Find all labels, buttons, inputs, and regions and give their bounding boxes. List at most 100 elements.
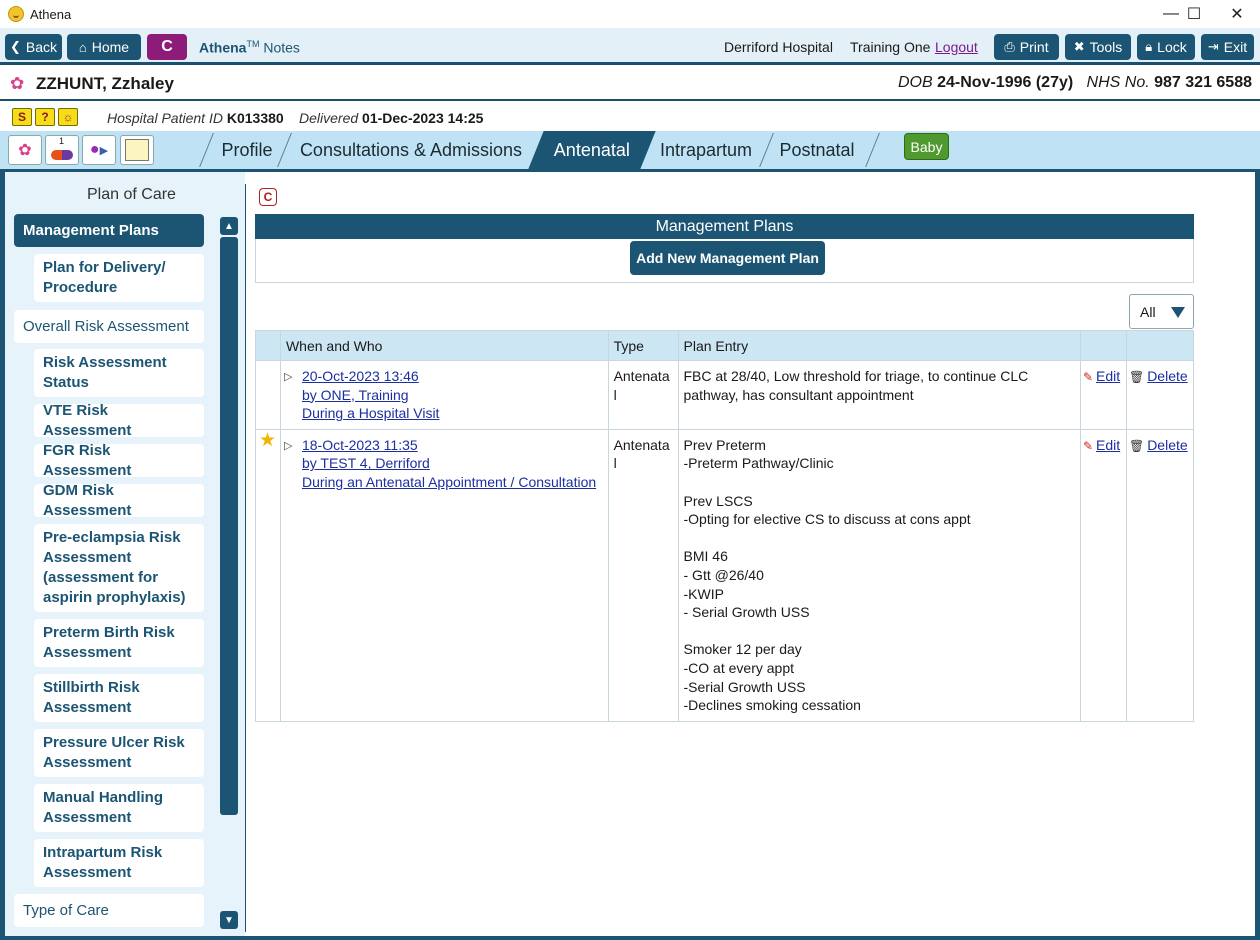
- plan-author-link[interactable]: by ONE, Training: [302, 386, 603, 405]
- alert-icons: S ? ☼: [12, 108, 78, 126]
- edit-link[interactable]: Edit: [1096, 368, 1120, 384]
- back-button[interactable]: ❮ Back: [5, 34, 62, 60]
- patient-name: ZZHUNT, Zzhaley: [36, 74, 174, 93]
- column-header-plan-entry: Plan Entry: [677, 330, 1081, 361]
- plan-entry-cell: Prev Preterm -Preterm Pathway/Clinic Pre…: [677, 428, 1081, 722]
- c-badge-icon[interactable]: C: [259, 188, 277, 206]
- question-alert-icon[interactable]: ?: [35, 108, 55, 126]
- patient-identifiers: DOB 24-Nov-1996 (27y) NHS No. 987 321 65…: [898, 74, 1252, 91]
- notepad-icon[interactable]: [120, 135, 154, 165]
- scroll-thumb[interactable]: [220, 237, 238, 815]
- delete-cell: 🗑︎ Delete: [1125, 428, 1195, 722]
- tab-antenatal[interactable]: Antenatal: [528, 131, 656, 169]
- sidebar-item-vte-risk[interactable]: VTE Risk Assessment: [34, 402, 204, 439]
- table-row: ★ ▷ 18-Oct-2023 11:35 by TEST 4, Derrifo…: [255, 428, 1195, 722]
- add-management-plan-button[interactable]: Add New Management Plan: [630, 241, 825, 275]
- tab-profile[interactable]: Profile: [212, 131, 282, 169]
- column-header-when-who: When and Who: [279, 330, 609, 361]
- scroll-up-icon[interactable]: ▲: [220, 217, 238, 235]
- edit-link[interactable]: Edit: [1096, 437, 1120, 453]
- logout-link[interactable]: Logout: [935, 39, 978, 55]
- patient-banner: ✿ ZZHUNT, Zzhaley DOB 24-Nov-1996 (27y) …: [0, 65, 1260, 101]
- sun-alert-icon[interactable]: ☼: [58, 108, 78, 126]
- plan-context-link[interactable]: During a Hospital Visit: [302, 404, 603, 423]
- patient-info-bar: S ? ☼ Hospital Patient ID K013380 Delive…: [0, 103, 1260, 131]
- sidebar-item-pre-eclampsia-risk[interactable]: Pre-eclampsia Risk Assessment (assessmen…: [34, 524, 204, 612]
- delete-cell: 🗑︎ Delete: [1125, 360, 1195, 430]
- type-cell: Antenatal: [607, 360, 679, 430]
- patient-nhs-number: 987 321 6588: [1154, 74, 1252, 91]
- plan-of-care-sidebar: Plan of Care Management Plans Plan for D…: [5, 172, 245, 936]
- edit-cell: ✎ Edit: [1079, 360, 1127, 430]
- home-button[interactable]: ⌂ Home: [67, 34, 141, 60]
- sidebar-item-gdm-risk[interactable]: GDM Risk Assessment: [34, 482, 204, 519]
- when-who-cell: ▷ 18-Oct-2023 11:35 by TEST 4, Derriford…: [279, 428, 609, 722]
- maximize-button[interactable]: ☐: [1171, 0, 1217, 28]
- print-button[interactable]: ⎙ Print: [994, 34, 1059, 60]
- window-title: Athena: [30, 6, 72, 22]
- row-marker: ★: [255, 428, 281, 722]
- tools-button[interactable]: ✖ Tools: [1065, 34, 1131, 60]
- expand-triangle-icon[interactable]: ▷: [284, 437, 292, 456]
- filter-value: All: [1140, 304, 1156, 320]
- c-button[interactable]: C: [147, 34, 187, 60]
- sidebar-item-overall-risk-assessment[interactable]: Overall Risk Assessment: [14, 310, 204, 343]
- person-next-icon[interactable]: ● ▶: [82, 135, 116, 165]
- row-marker: [255, 360, 281, 430]
- sidebar-divider: [245, 184, 246, 932]
- edit-cell: ✎ Edit: [1079, 428, 1127, 722]
- content-panel: Plan of Care Management Plans Plan for D…: [5, 172, 1255, 936]
- tab-intrapartum[interactable]: Intrapartum: [652, 131, 760, 169]
- pencil-icon: ✎: [1082, 438, 1094, 453]
- column-header-marker: [255, 330, 281, 361]
- sidebar-item-preterm-birth-risk[interactable]: Preterm Birth Risk Assessment: [34, 619, 204, 667]
- flower-icon: ✿: [10, 74, 25, 93]
- table-header-row: When and Who Type Plan Entry: [255, 330, 1195, 361]
- plan-date-link[interactable]: 18-Oct-2023 11:35: [302, 436, 603, 455]
- sidebar-item-risk-assessment-status[interactable]: Risk Assessment Status: [34, 349, 204, 397]
- athena-logo-icon: [8, 6, 24, 22]
- tab-consultations-admissions[interactable]: Consultations & Admissions: [290, 131, 532, 169]
- column-header-type: Type: [607, 330, 679, 361]
- baby-button[interactable]: Baby: [904, 133, 949, 160]
- sidebar-item-manual-handling[interactable]: Manual Handling Assessment: [34, 784, 204, 832]
- close-button[interactable]: ✕: [1214, 0, 1260, 28]
- trash-icon: 🗑︎: [1128, 438, 1145, 453]
- star-icon: ★: [259, 429, 277, 451]
- delete-link[interactable]: Delete: [1147, 368, 1187, 384]
- sidebar-item-management-plans[interactable]: Management Plans: [14, 214, 204, 247]
- flower-icon[interactable]: ✿: [8, 135, 42, 165]
- safeguarding-alert-icon[interactable]: S: [12, 108, 32, 126]
- filter-select[interactable]: All: [1129, 294, 1194, 329]
- hospital-name: Derriford Hospital: [724, 39, 833, 55]
- main-toolbar: ❮ Back ⌂ Home C AthenaTM Notes Derriford…: [0, 28, 1260, 65]
- exit-icon: ⇥: [1207, 39, 1219, 54]
- management-plans-actions: Add New Management Plan: [255, 239, 1194, 283]
- lock-button[interactable]: 🔒︎ Lock: [1137, 34, 1195, 60]
- sidebar-item-pressure-ulcer-risk[interactable]: Pressure Ulcer Risk Assessment: [34, 729, 204, 777]
- table-row: ▷ 20-Oct-2023 13:46 by ONE, Training Dur…: [255, 360, 1195, 430]
- management-plans-table: When and Who Type Plan Entry ▷ 20-Oct-20…: [255, 330, 1195, 722]
- delivered-date: Delivered 01-Dec-2023 14:25: [299, 110, 484, 126]
- sidebar-item-stillbirth-risk[interactable]: Stillbirth Risk Assessment: [34, 674, 204, 722]
- plan-date-link[interactable]: 20-Oct-2023 13:46: [302, 367, 603, 386]
- exit-button[interactable]: ⇥ Exit: [1201, 34, 1254, 60]
- column-header-delete: [1125, 330, 1195, 361]
- plan-context-link[interactable]: During an Antenatal Appointment / Consul…: [302, 473, 603, 492]
- sidebar-item-fgr-risk[interactable]: FGR Risk Assessment: [34, 442, 204, 479]
- pencil-icon: ✎: [1082, 370, 1094, 384]
- medication-icon[interactable]: 1: [45, 135, 79, 165]
- chevron-down-icon: [1171, 307, 1185, 318]
- sidebar-item-type-of-care[interactable]: Type of Care: [14, 894, 204, 927]
- delete-link[interactable]: Delete: [1147, 437, 1187, 453]
- tools-icon: ✖: [1073, 39, 1085, 54]
- plan-author-link[interactable]: by TEST 4, Derriford: [302, 454, 603, 473]
- sidebar-title: Plan of Care: [87, 186, 176, 203]
- sidebar-scrollbar[interactable]: ▲ ▼: [220, 217, 238, 929]
- title-bar: Athena — ☐ ✕: [0, 0, 1260, 28]
- expand-triangle-icon[interactable]: ▷: [284, 368, 292, 387]
- tab-postnatal[interactable]: Postnatal: [772, 131, 862, 169]
- scroll-down-icon[interactable]: ▼: [220, 911, 238, 929]
- sidebar-item-plan-for-delivery[interactable]: Plan for Delivery/ Procedure: [34, 254, 204, 302]
- sidebar-item-intrapartum-risk[interactable]: Intrapartum Risk Assessment: [34, 839, 204, 887]
